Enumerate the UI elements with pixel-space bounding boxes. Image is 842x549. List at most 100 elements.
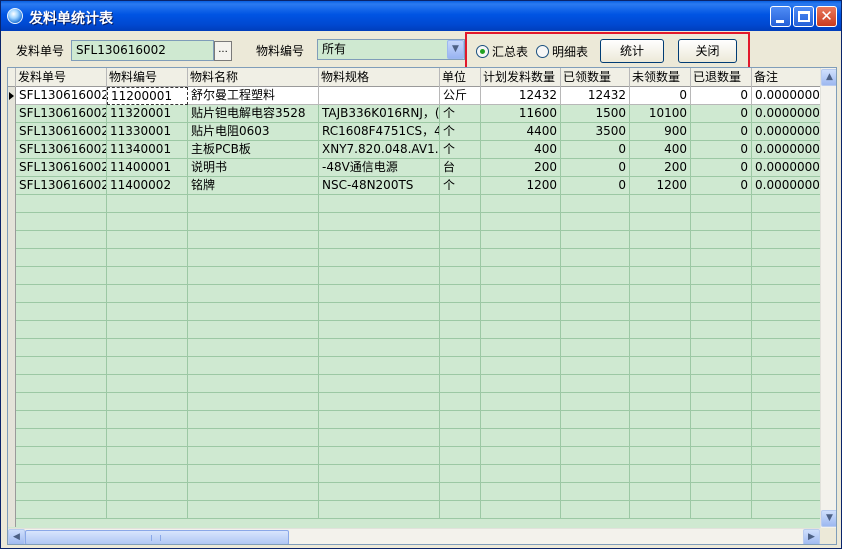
table-cell[interactable]: SFL130616002	[16, 87, 107, 105]
table-cell[interactable]	[440, 285, 481, 303]
table-cell[interactable]	[630, 429, 691, 447]
table-cell[interactable]	[440, 483, 481, 501]
table-cell[interactable]: SFL130616002	[16, 159, 107, 177]
table-cell[interactable]	[107, 501, 188, 519]
table-cell[interactable]: 11200001	[107, 87, 188, 105]
table-cell[interactable]	[691, 465, 752, 483]
table-cell[interactable]: SFL130616002	[16, 123, 107, 141]
column-header[interactable]: 单位	[440, 68, 481, 87]
table-cell[interactable]	[107, 195, 188, 213]
table-cell[interactable]	[630, 339, 691, 357]
empty-row[interactable]	[16, 267, 822, 285]
table-cell[interactable]	[630, 303, 691, 321]
table-cell[interactable]: 贴片电阻0603	[188, 123, 319, 141]
row-selector-column[interactable]	[8, 87, 16, 527]
maximize-button[interactable]	[793, 6, 814, 27]
table-cell[interactable]	[630, 195, 691, 213]
table-cell[interactable]	[107, 213, 188, 231]
close-window-button[interactable]: ✕	[816, 6, 837, 27]
table-cell[interactable]	[691, 447, 752, 465]
table-cell[interactable]: NSC-48N200TS	[319, 177, 440, 195]
table-cell[interactable]: TAJB336K016RNJ，(	[319, 105, 440, 123]
table-cell[interactable]	[561, 195, 630, 213]
table-cell[interactable]	[440, 465, 481, 483]
table-cell[interactable]	[319, 213, 440, 231]
column-header[interactable]: 发料单号	[16, 68, 107, 87]
table-cell[interactable]	[481, 285, 561, 303]
table-cell[interactable]	[752, 375, 822, 393]
table-cell[interactable]	[319, 429, 440, 447]
empty-row[interactable]	[16, 339, 822, 357]
table-cell[interactable]	[440, 303, 481, 321]
table-cell[interactable]	[691, 429, 752, 447]
table-cell[interactable]	[107, 393, 188, 411]
table-cell[interactable]	[319, 447, 440, 465]
table-cell[interactable]: 12432	[561, 87, 630, 105]
table-cell[interactable]: 11320001	[107, 105, 188, 123]
table-cell[interactable]	[561, 339, 630, 357]
table-cell[interactable]	[561, 213, 630, 231]
title-bar[interactable]: 发料单统计表 ✕	[1, 1, 841, 31]
table-cell[interactable]	[481, 321, 561, 339]
table-row[interactable]: SFL130616002 11330001 贴片电阻0603 RC1608F4751C…	[16, 123, 822, 141]
table-cell[interactable]	[752, 285, 822, 303]
table-cell[interactable]: 0.00000000	[752, 177, 822, 195]
table-cell[interactable]	[752, 321, 822, 339]
table-cell[interactable]	[188, 357, 319, 375]
data-grid[interactable]: 发料单号 物料编号 物料名称 物料规格 单位 计划发料数量 已领数量 未领数量 已退数量 备注 S…	[7, 67, 837, 545]
table-row[interactable]: SFL130616002 11200001 舒尔曼工程塑料 公斤 12432 12432 0…	[16, 87, 822, 105]
table-cell[interactable]	[188, 447, 319, 465]
table-cell[interactable]: 0	[691, 159, 752, 177]
table-cell[interactable]	[691, 285, 752, 303]
table-cell[interactable]	[691, 357, 752, 375]
table-cell[interactable]	[188, 303, 319, 321]
table-cell[interactable]	[188, 231, 319, 249]
table-cell[interactable]	[188, 249, 319, 267]
table-cell[interactable]	[319, 483, 440, 501]
table-cell[interactable]	[691, 393, 752, 411]
table-cell[interactable]	[319, 195, 440, 213]
table-cell[interactable]: 11600	[481, 105, 561, 123]
table-cell[interactable]	[561, 375, 630, 393]
empty-row[interactable]	[16, 213, 822, 231]
table-cell[interactable]	[630, 213, 691, 231]
vertical-scrollbar[interactable]: ▲ ▼	[820, 68, 836, 528]
table-cell[interactable]: RC1608F4751CS，4	[319, 123, 440, 141]
table-cell[interactable]	[188, 321, 319, 339]
table-cell[interactable]	[561, 303, 630, 321]
table-cell[interactable]	[630, 465, 691, 483]
table-cell[interactable]	[691, 213, 752, 231]
table-cell[interactable]	[752, 501, 822, 519]
table-cell[interactable]: 台	[440, 159, 481, 177]
table-cell[interactable]	[752, 465, 822, 483]
table-cell[interactable]	[16, 429, 107, 447]
scroll-left-icon[interactable]: ◀	[8, 529, 25, 544]
table-cell[interactable]: 0	[691, 177, 752, 195]
table-cell[interactable]	[481, 483, 561, 501]
table-cell[interactable]: -48V通信电源	[319, 159, 440, 177]
table-cell[interactable]	[752, 213, 822, 231]
table-cell[interactable]	[188, 285, 319, 303]
table-row[interactable]: SFL130616002 11400002 铭牌 NSC-48N200TS 个 1200 0…	[16, 177, 822, 195]
table-cell[interactable]	[481, 375, 561, 393]
table-cell[interactable]	[691, 303, 752, 321]
table-cell[interactable]	[752, 339, 822, 357]
table-cell[interactable]: 0	[691, 105, 752, 123]
table-row[interactable]: SFL130616002 11340001 主板PCB板 XNY7.820.048.A…	[16, 141, 822, 159]
minimize-button[interactable]	[770, 6, 791, 27]
column-header[interactable]: 未领数量	[630, 68, 691, 87]
table-cell[interactable]	[481, 501, 561, 519]
table-cell[interactable]: 0	[561, 141, 630, 159]
table-cell[interactable]	[188, 483, 319, 501]
table-cell[interactable]	[188, 339, 319, 357]
empty-row[interactable]	[16, 411, 822, 429]
table-cell[interactable]	[481, 357, 561, 375]
table-cell[interactable]: 个	[440, 177, 481, 195]
table-cell[interactable]	[481, 249, 561, 267]
table-cell[interactable]	[561, 465, 630, 483]
table-cell[interactable]: 1500	[561, 105, 630, 123]
table-cell[interactable]: 0.00000000	[752, 123, 822, 141]
table-cell[interactable]	[16, 375, 107, 393]
table-cell[interactable]	[691, 483, 752, 501]
table-cell[interactable]	[16, 393, 107, 411]
